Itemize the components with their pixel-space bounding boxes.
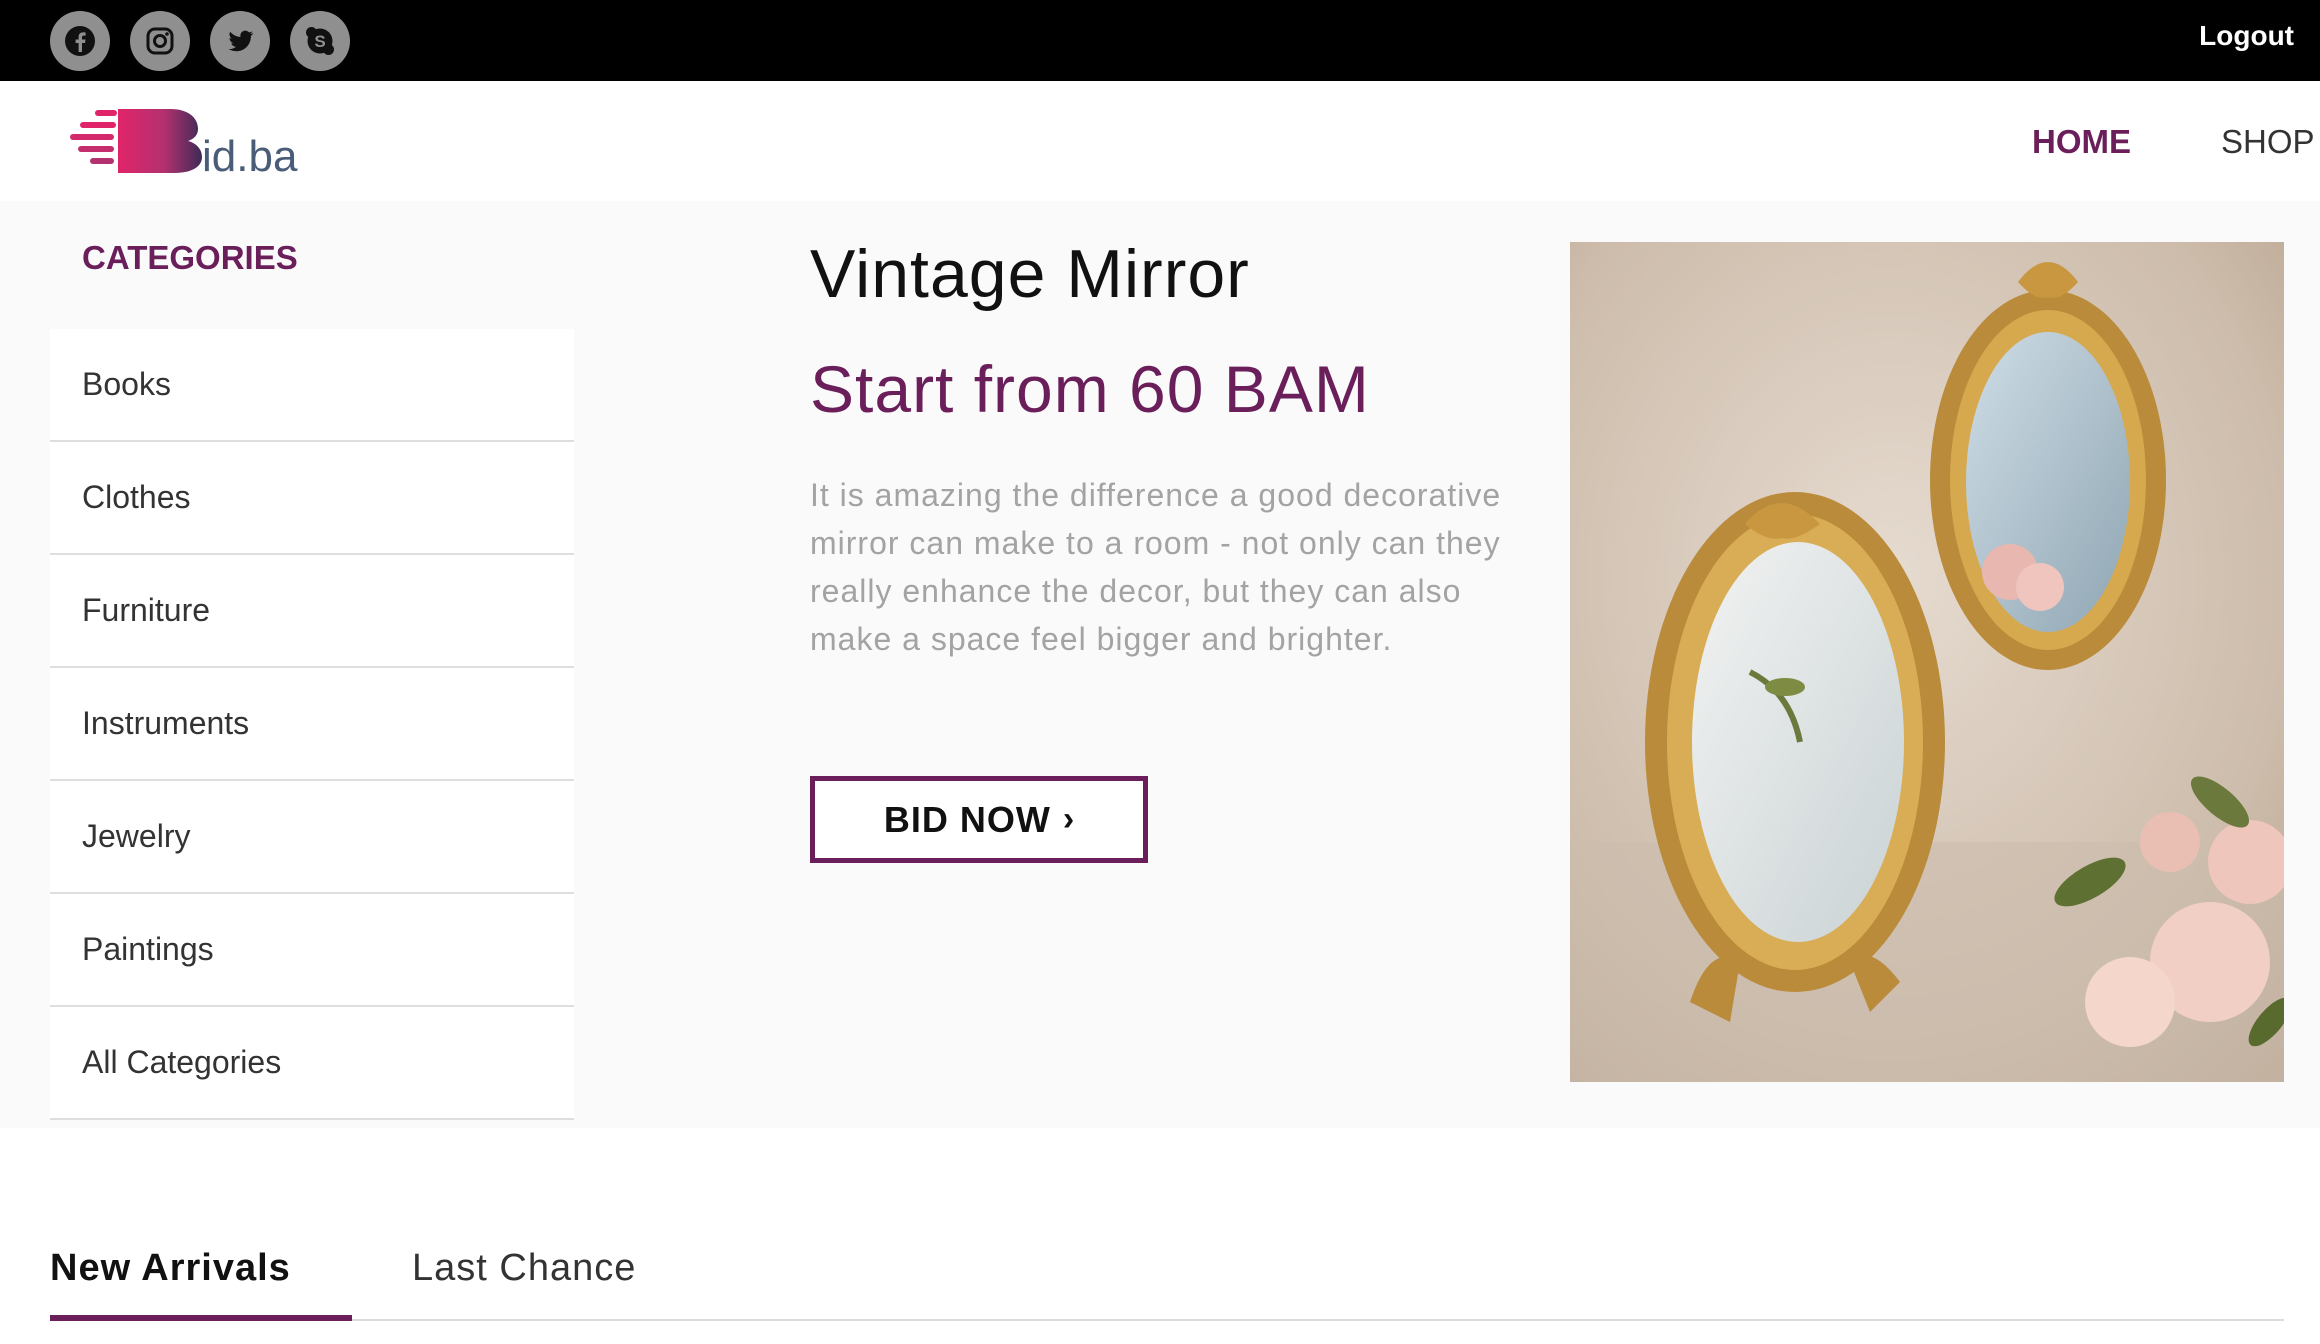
twitter-icon[interactable] <box>210 11 270 71</box>
category-instruments[interactable]: Instruments <box>50 668 574 781</box>
tab-new-arrivals[interactable]: New Arrivals <box>50 1247 291 1290</box>
skype-icon[interactable]: S <box>290 11 350 71</box>
product-price: Start from 60 BAM <box>810 352 1370 426</box>
bid-now-button[interactable]: BID NOW › <box>810 776 1148 863</box>
categories-title: CATEGORIES <box>82 239 298 276</box>
category-paintings[interactable]: Paintings <box>50 894 574 1007</box>
category-books[interactable]: Books <box>50 329 574 442</box>
product-image[interactable] <box>1570 242 2292 1082</box>
instagram-icon[interactable] <box>130 11 190 71</box>
hero-section: CATEGORIES Books Clothes Furniture Instr… <box>0 201 2320 1128</box>
tab-last-chance[interactable]: Last Chance <box>412 1247 636 1290</box>
category-furniture[interactable]: Furniture <box>50 555 574 668</box>
svg-text:id.ba: id.ba <box>202 132 298 175</box>
top-bar: S Logout <box>0 0 2320 81</box>
categories-list: Books Clothes Furniture Instruments Jewe… <box>50 329 574 1120</box>
svg-text:S: S <box>314 32 325 51</box>
facebook-icon[interactable] <box>50 11 110 71</box>
nav-shop[interactable]: SHOP <box>2221 123 2315 161</box>
site-header: id.ba HOME SHOP <box>0 81 2320 201</box>
bid-now-label: BID NOW <box>883 798 1051 840</box>
chevron-right-icon: › <box>1062 800 1075 838</box>
category-clothes[interactable]: Clothes <box>50 442 574 555</box>
tab-divider <box>50 1319 2284 1321</box>
tab-active-indicator <box>50 1315 352 1321</box>
logo[interactable]: id.ba <box>70 103 340 181</box>
category-all[interactable]: All Categories <box>50 1007 574 1120</box>
category-jewelry[interactable]: Jewelry <box>50 781 574 894</box>
logout-link[interactable]: Logout <box>2199 20 2294 52</box>
product-title: Vintage Mirror <box>810 236 1250 312</box>
product-description: It is amazing the difference a good deco… <box>810 477 1502 657</box>
nav-home[interactable]: HOME <box>2032 123 2131 161</box>
